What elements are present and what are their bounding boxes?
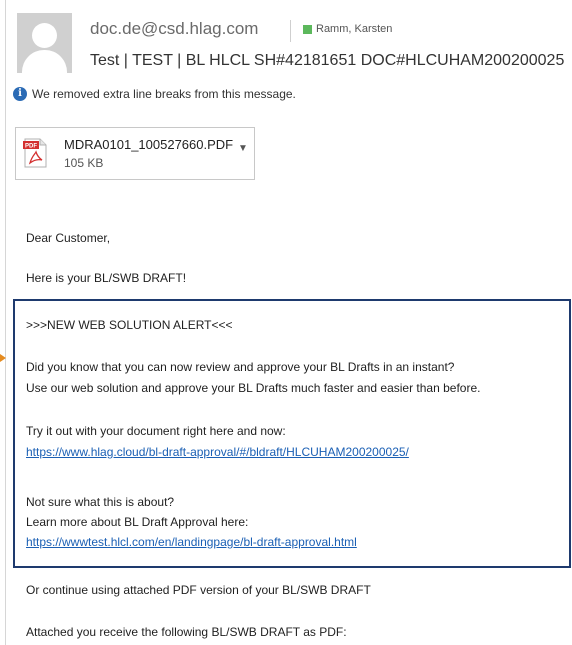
sender-address[interactable]: doc.de@csd.hlag.com [90,19,258,39]
attachment-card[interactable]: PDF MDRA0101_100527660.PDF 105 KB ▼ [15,127,255,180]
info-icon: i [13,87,27,101]
intro-text: Here is your BL/SWB DRAFT! [26,271,187,285]
try-text: Try it out with your document right here… [26,424,286,438]
email-subject: Test | TEST | BL HLCL SH#42181651 DOC#HL… [90,52,565,69]
attachment-size: 105 KB [64,156,104,170]
continue-text: Or continue using attached PDF version o… [26,583,371,597]
pdf-icon: PDF [23,138,47,168]
alert-title: >>>NEW WEB SOLUTION ALERT<<< [26,318,233,332]
bl-draft-approval-link[interactable]: https://www.hlag.cloud/bl-draft-approval… [26,445,409,459]
info-message: We removed extra line breaks from this m… [32,87,296,101]
presence-status-icon [303,25,312,34]
svg-text:PDF: PDF [25,144,37,150]
chevron-down-icon[interactable]: ▼ [238,143,248,154]
sender-avatar [17,13,72,73]
window-border [5,0,6,645]
header-separator [290,20,291,42]
greeting: Dear Customer, [26,231,111,245]
attachment-filename: MDRA0101_100527660.PDF [64,137,234,152]
learn-more-text: Learn more about BL Draft Approval here: [26,515,249,529]
arrow-marker-icon [0,354,6,362]
alert-line-2: Use our web solution and approve your BL… [26,381,481,395]
landing-page-link[interactable]: https://wwwtest.hlcl.com/en/landingpage/… [26,535,357,549]
recipient-name[interactable]: Ramm, Karsten [316,23,392,35]
alert-line-1: Did you know that you can now review and… [26,360,455,374]
attached-text: Attached you receive the following BL/SW… [26,625,347,639]
not-sure-text: Not sure what this is about? [26,495,175,509]
info-bar[interactable]: i We removed extra line breaks from this… [13,87,296,101]
